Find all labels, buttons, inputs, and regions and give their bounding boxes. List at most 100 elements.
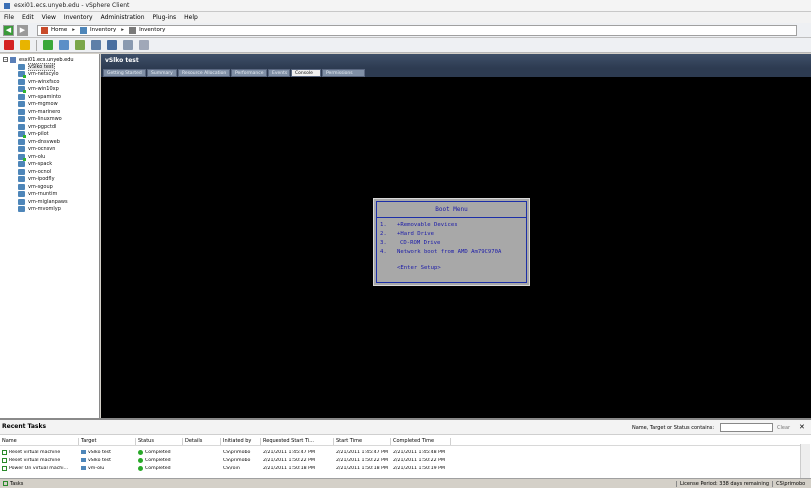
- table-row[interactable]: Reset virtual machine vSlko test Completed…: [0, 448, 800, 456]
- tree-item[interactable]: vm-netscylo: [0, 71, 99, 79]
- tree-item[interactable]: vm-dnsvweb: [0, 138, 99, 146]
- forward-icon[interactable]: ▶: [17, 24, 28, 36]
- breadcrumb-home[interactable]: Home: [51, 27, 67, 33]
- tree-item-label: vm-dnsvweb: [28, 138, 60, 145]
- back-icon[interactable]: ◀: [3, 24, 14, 36]
- column-header-target[interactable]: Target: [79, 438, 136, 445]
- title-bar: esxi01.ecs.unyeb.edu - vSphere Client: [0, 0, 811, 12]
- menu-view[interactable]: View: [42, 14, 56, 21]
- tab-summary[interactable]: Summary: [147, 69, 177, 77]
- tree-item[interactable]: vm-spack: [0, 161, 99, 169]
- enter-setup-option[interactable]: <Enter Setup>: [397, 265, 441, 271]
- tree-item[interactable]: vm-linuxmwo: [0, 116, 99, 124]
- tree-item[interactable]: vm-pilot: [0, 131, 99, 139]
- tree-item[interactable]: vm-ipodfly: [0, 176, 99, 184]
- breadcrumb-inventory[interactable]: Inventory: [90, 27, 116, 33]
- breadcrumb-inventory-2[interactable]: Inventory: [139, 27, 165, 33]
- tree-item[interactable]: vm-mvomlyp: [0, 206, 99, 214]
- tree-item-label: vm-linuxmwo: [28, 116, 62, 123]
- power-off-icon[interactable]: [4, 40, 14, 50]
- boot-option-text: +Hard Drive: [397, 231, 435, 237]
- column-header-start[interactable]: Start Time: [334, 438, 391, 445]
- boot-option-number: 1.: [380, 222, 387, 228]
- column-header-requested[interactable]: Requested Start Ti...: [261, 438, 334, 445]
- completed-icon: [138, 449, 143, 455]
- boot-option-text: +Removable Devices: [397, 222, 458, 228]
- tasks-button[interactable]: Tasks: [3, 481, 23, 487]
- cell-status: Completed: [136, 449, 183, 455]
- tree-item[interactable]: vm-marinero: [0, 108, 99, 116]
- menu-administration[interactable]: Administration: [101, 14, 145, 21]
- settings-icon[interactable]: [139, 40, 149, 50]
- tab-performance[interactable]: Performance: [231, 69, 267, 77]
- tab-resource-allocation[interactable]: Resource Allocation: [178, 69, 230, 77]
- console-icon[interactable]: [123, 40, 133, 50]
- tree-item[interactable]: vm-winxfsco: [0, 78, 99, 86]
- tree-item-label: vm-spack: [28, 161, 53, 168]
- column-header-completed[interactable]: Completed Time: [391, 438, 451, 445]
- power-on-icon[interactable]: [43, 40, 53, 50]
- tree-item[interactable]: vm-olu: [0, 153, 99, 161]
- window-title: esxi01.ecs.unyeb.edu - vSphere Client: [14, 2, 130, 9]
- vm-title: vSlko test: [105, 57, 139, 64]
- tree-item[interactable]: vm-sgoup: [0, 183, 99, 191]
- cell-target: vSlko test: [79, 450, 136, 455]
- suspend-icon[interactable]: [20, 40, 30, 50]
- collapse-icon[interactable]: −: [3, 57, 8, 62]
- snapshot-manager-icon[interactable]: [107, 40, 117, 50]
- vm-header: vSlko test: [101, 54, 811, 68]
- column-header-details[interactable]: Details: [183, 438, 221, 445]
- tab-permissions[interactable]: Permissions: [322, 69, 365, 77]
- home-icon: [41, 26, 48, 34]
- tree-item[interactable]: vm-mgmow: [0, 101, 99, 109]
- cell-text: 2/21/2011 1:50:19 PM: [393, 465, 445, 471]
- filter-input[interactable]: [720, 423, 773, 432]
- menu-help[interactable]: Help: [184, 14, 198, 21]
- tree-item-label: vm-olu: [28, 153, 46, 160]
- completed-icon: [138, 457, 143, 463]
- boot-option-2[interactable]: 2. +Hard Drive: [380, 231, 434, 237]
- column-header-status[interactable]: Status: [136, 438, 183, 445]
- revert-snapshot-icon[interactable]: [91, 40, 101, 50]
- tab-console[interactable]: Console: [291, 69, 321, 77]
- tree-item-label: vm-netscylo: [28, 71, 59, 78]
- boot-menu[interactable]: Boot Menu 1. +Removable Devices 2. +Hard D…: [373, 198, 530, 286]
- boot-option-4[interactable]: 4. Network boot from AMD Am79C970A: [380, 249, 501, 255]
- boot-option-3[interactable]: 3. CD-ROM Drive: [380, 240, 440, 246]
- table-row[interactable]: Reset virtual machine vSlko test Completed…: [0, 456, 800, 464]
- table-row[interactable]: Power On virtual machi... vm-olu Completed…: [0, 464, 800, 472]
- cell-text: 2/21/2011 1:50:18 PM: [336, 465, 388, 471]
- tree-item[interactable]: vm-rnuntim: [0, 191, 99, 199]
- menu-file[interactable]: File: [4, 14, 14, 21]
- inventory-icon: [80, 26, 88, 34]
- vm-icon: [18, 123, 25, 130]
- clear-button[interactable]: Clear: [777, 425, 790, 431]
- task-icon: [2, 449, 7, 455]
- snapshot-icon[interactable]: [75, 40, 85, 50]
- menu-inventory[interactable]: Inventory: [64, 14, 93, 21]
- cell-text: Completed: [145, 465, 171, 471]
- tree-item[interactable]: vm-ocnol: [0, 168, 99, 176]
- menu-edit[interactable]: Edit: [22, 14, 34, 21]
- filter-label: Name, Target or Status contains:: [632, 425, 715, 431]
- menu-plugins[interactable]: Plug-ins: [153, 14, 177, 21]
- tree-item[interactable]: vm-ocnsvn: [0, 146, 99, 154]
- tree-item[interactable]: vm-miglanpaws: [0, 198, 99, 206]
- tree-item[interactable]: vSlko test: [0, 62, 99, 71]
- tasks-scrollbar[interactable]: [800, 444, 810, 482]
- reset-icon[interactable]: [59, 40, 69, 50]
- tree-item[interactable]: vm-pgpctdl: [0, 123, 99, 131]
- breadcrumb-separator-icon: ▸: [121, 27, 125, 33]
- tree-item-label: vm-winxfsco: [28, 78, 60, 85]
- boot-option-1[interactable]: 1. +Removable Devices: [380, 222, 458, 228]
- boot-menu-frame: Boot Menu 1. +Removable Devices 2. +Hard D…: [376, 201, 527, 283]
- column-header-name[interactable]: Name: [0, 438, 79, 445]
- tree-item[interactable]: vm-spaminto: [0, 93, 99, 101]
- tab-getting-started[interactable]: Getting Started: [103, 69, 146, 77]
- tree-item[interactable]: vm-win10xp: [0, 86, 99, 94]
- cell-initiated: CS\primobo: [221, 450, 261, 455]
- close-icon[interactable]: ✕: [799, 423, 805, 431]
- column-header-initiated[interactable]: Initiated by: [221, 438, 261, 445]
- vm-icon: [18, 138, 25, 145]
- tab-events[interactable]: Events: [268, 69, 290, 77]
